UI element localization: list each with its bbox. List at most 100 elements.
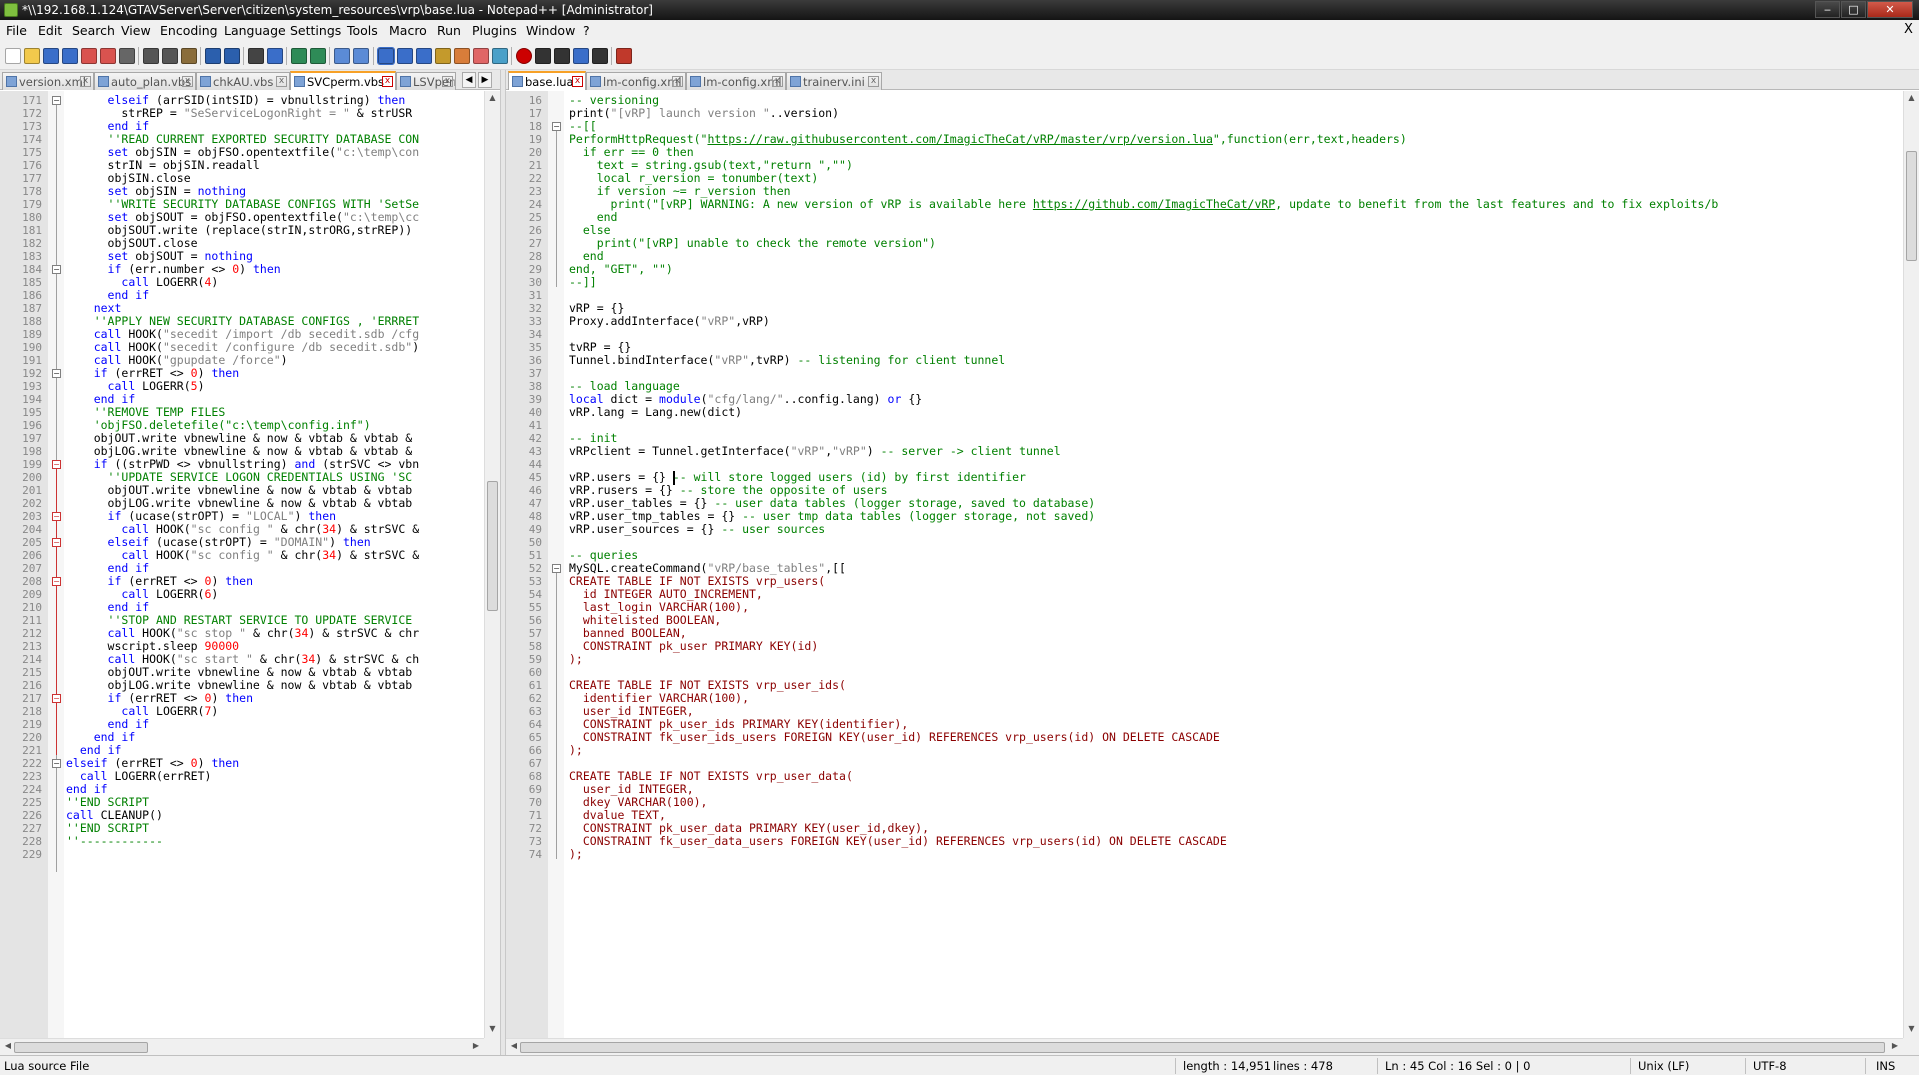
left-fold-toggle-icon[interactable]: −	[52, 96, 61, 105]
right-code-line[interactable]: );	[569, 744, 583, 757]
right-tab-0[interactable]: base.lua x	[508, 71, 586, 90]
right-code-line[interactable]: CONSTRAINT pk_user PRIMARY KEY(id)	[569, 640, 818, 653]
tab-close-icon[interactable]: x	[382, 76, 393, 87]
left-tab-3[interactable]: SVCperm.vbs x	[290, 71, 396, 90]
right-tab-1[interactable]: lm-config.xml x	[586, 72, 686, 90]
status-eol[interactable]: Unix (LF)	[1638, 1059, 1689, 1073]
play-macro-icon[interactable]	[554, 48, 570, 64]
save-macro-icon[interactable]	[592, 48, 608, 64]
menu-edit[interactable]: Edit	[38, 23, 62, 38]
left-tab-2[interactable]: chkAU.vbs x	[196, 72, 290, 90]
menu-language[interactable]: Language	[224, 23, 286, 38]
right-fold-toggle-icon[interactable]: −	[552, 564, 561, 573]
right-code-line[interactable]: );	[569, 848, 583, 861]
right-code-line[interactable]: vRPclient = Tunnel.getInterface("vRP","v…	[569, 445, 1061, 458]
scroll-right-arrow-icon[interactable]: ▶	[470, 1041, 482, 1053]
indent-guide-icon[interactable]	[416, 48, 432, 64]
right-vertical-scrollbar[interactable]: ▲ ▼	[1903, 91, 1919, 1038]
scroll-down-arrow-icon[interactable]: ▼	[1906, 1024, 1917, 1036]
left-tab-4[interactable]: LSVpermx	[396, 72, 456, 90]
left-vscroll-thumb[interactable]	[487, 481, 498, 611]
right-code-line[interactable]: CONSTRAINT fk_user_data_users FOREIGN KE…	[569, 835, 1227, 848]
paste-icon[interactable]	[181, 48, 197, 64]
right-tab-2[interactable]: lm-config.xml x	[686, 72, 786, 90]
tab-scroll-right-icon[interactable]: ▶	[478, 72, 492, 88]
close-icon[interactable]	[81, 48, 97, 64]
monitoring-icon[interactable]	[492, 48, 508, 64]
save-icon[interactable]	[43, 48, 59, 64]
scroll-left-arrow-icon[interactable]: ◀	[508, 1041, 520, 1053]
left-fold-toggle-icon[interactable]: −	[52, 577, 61, 586]
left-fold-toggle-icon[interactable]: −	[52, 265, 61, 274]
menu-view[interactable]: View	[121, 23, 151, 38]
close-all-icon[interactable]	[100, 48, 116, 64]
right-vscroll-thumb[interactable]	[1906, 151, 1917, 261]
maximize-button[interactable]: □	[1841, 1, 1866, 18]
run-macro-multiple-icon[interactable]	[573, 48, 589, 64]
new-file-icon[interactable]	[5, 48, 21, 64]
function-list-icon[interactable]	[454, 48, 470, 64]
right-code-line[interactable]: Proxy.addInterface("vRP",vRP)	[569, 315, 770, 328]
menu-file[interactable]: File	[6, 23, 27, 38]
open-file-icon[interactable]	[24, 48, 40, 64]
right-hscroll-thumb[interactable]	[520, 1042, 1885, 1053]
tab-close-icon[interactable]: x	[868, 76, 879, 87]
word-wrap-icon[interactable]	[377, 47, 395, 65]
scroll-left-arrow-icon[interactable]: ◀	[2, 1041, 14, 1053]
sync-horizontal-icon[interactable]	[353, 48, 369, 64]
right-tab-3[interactable]: trainerv.ini x	[786, 72, 882, 90]
save-all-icon[interactable]	[62, 48, 78, 64]
menu-tools[interactable]: Tools	[347, 23, 378, 38]
scroll-up-arrow-icon[interactable]: ▲	[1906, 93, 1917, 105]
cut-icon[interactable]	[143, 48, 159, 64]
left-fold-toggle-icon[interactable]: −	[52, 538, 61, 547]
tab-close-icon[interactable]: x	[80, 76, 91, 87]
replace-icon[interactable]	[267, 48, 283, 64]
scroll-down-arrow-icon[interactable]: ▼	[487, 1024, 498, 1036]
close-window-button[interactable]: ✕	[1867, 1, 1913, 18]
right-code-line[interactable]: print("[vRP] unable to check the remote …	[569, 237, 936, 250]
left-fold-toggle-icon[interactable]: −	[52, 460, 61, 469]
zoom-out-icon[interactable]	[310, 48, 326, 64]
right-code-line[interactable]: print("[vRP] WARNING: A new version of v…	[569, 198, 1719, 211]
left-hscroll-thumb[interactable]	[14, 1042, 148, 1053]
tab-close-icon[interactable]: x	[276, 76, 287, 87]
left-horizontal-scrollbar[interactable]: ◀ ▶	[0, 1038, 484, 1055]
menu-plugins[interactable]: Plugins	[472, 23, 517, 38]
show-all-chars-icon[interactable]	[397, 48, 413, 64]
menu-search[interactable]: Search	[72, 23, 115, 38]
right-editor[interactable]: 16 -- versioning 17 print("[vRP] launch ver…	[506, 91, 1903, 1038]
left-fold-toggle-icon[interactable]: −	[52, 369, 61, 378]
stop-macro-icon[interactable]	[535, 48, 551, 64]
right-code-line[interactable]: Tunnel.bindInterface("vRP",tvRP) -- list…	[569, 354, 1005, 367]
left-tab-1[interactable]: auto_plan.vbs x	[94, 72, 196, 90]
left-fold-toggle-icon[interactable]: −	[52, 512, 61, 521]
left-fold-toggle-icon[interactable]: −	[52, 759, 61, 768]
left-code-line[interactable]: ''------------	[66, 835, 163, 848]
print-icon[interactable]	[119, 48, 135, 64]
menu-macro[interactable]: Macro	[389, 23, 427, 38]
copy-icon[interactable]	[162, 48, 178, 64]
doc-map-icon[interactable]	[435, 48, 451, 64]
sync-vertical-icon[interactable]	[334, 48, 350, 64]
menu-help[interactable]: ?	[583, 23, 590, 38]
find-icon[interactable]	[248, 48, 264, 64]
right-code-line[interactable]: vRP.user_sources = {} -- user sources	[569, 523, 825, 536]
left-vertical-scrollbar[interactable]: ▲ ▼	[484, 91, 500, 1038]
menu-window[interactable]: Window	[526, 23, 575, 38]
right-code-line[interactable]: --]]	[569, 276, 597, 289]
scroll-up-arrow-icon[interactable]: ▲	[487, 93, 498, 105]
record-macro-icon[interactable]	[516, 48, 532, 64]
tab-scroll-left-icon[interactable]: ◀	[462, 72, 476, 88]
tab-close-icon[interactable]: x	[572, 76, 583, 87]
right-fold-toggle-icon[interactable]: −	[552, 122, 561, 131]
undo-icon[interactable]	[205, 48, 221, 64]
minimize-button[interactable]: ‒	[1815, 1, 1840, 18]
right-horizontal-scrollbar[interactable]: ◀ ▶	[506, 1038, 1903, 1055]
left-editor[interactable]: 171 elseif (arrSID(intSID) = vbnullstrin…	[0, 91, 484, 1038]
right-code-line[interactable]: print("[vRP] launch version "..version)	[569, 107, 839, 120]
spellcheck-icon[interactable]	[616, 48, 632, 64]
scroll-right-arrow-icon[interactable]: ▶	[1889, 1041, 1901, 1053]
status-encoding[interactable]: UTF-8	[1753, 1059, 1787, 1073]
right-code-line[interactable]: PerformHttpRequest("https://raw.githubus…	[569, 133, 1407, 146]
